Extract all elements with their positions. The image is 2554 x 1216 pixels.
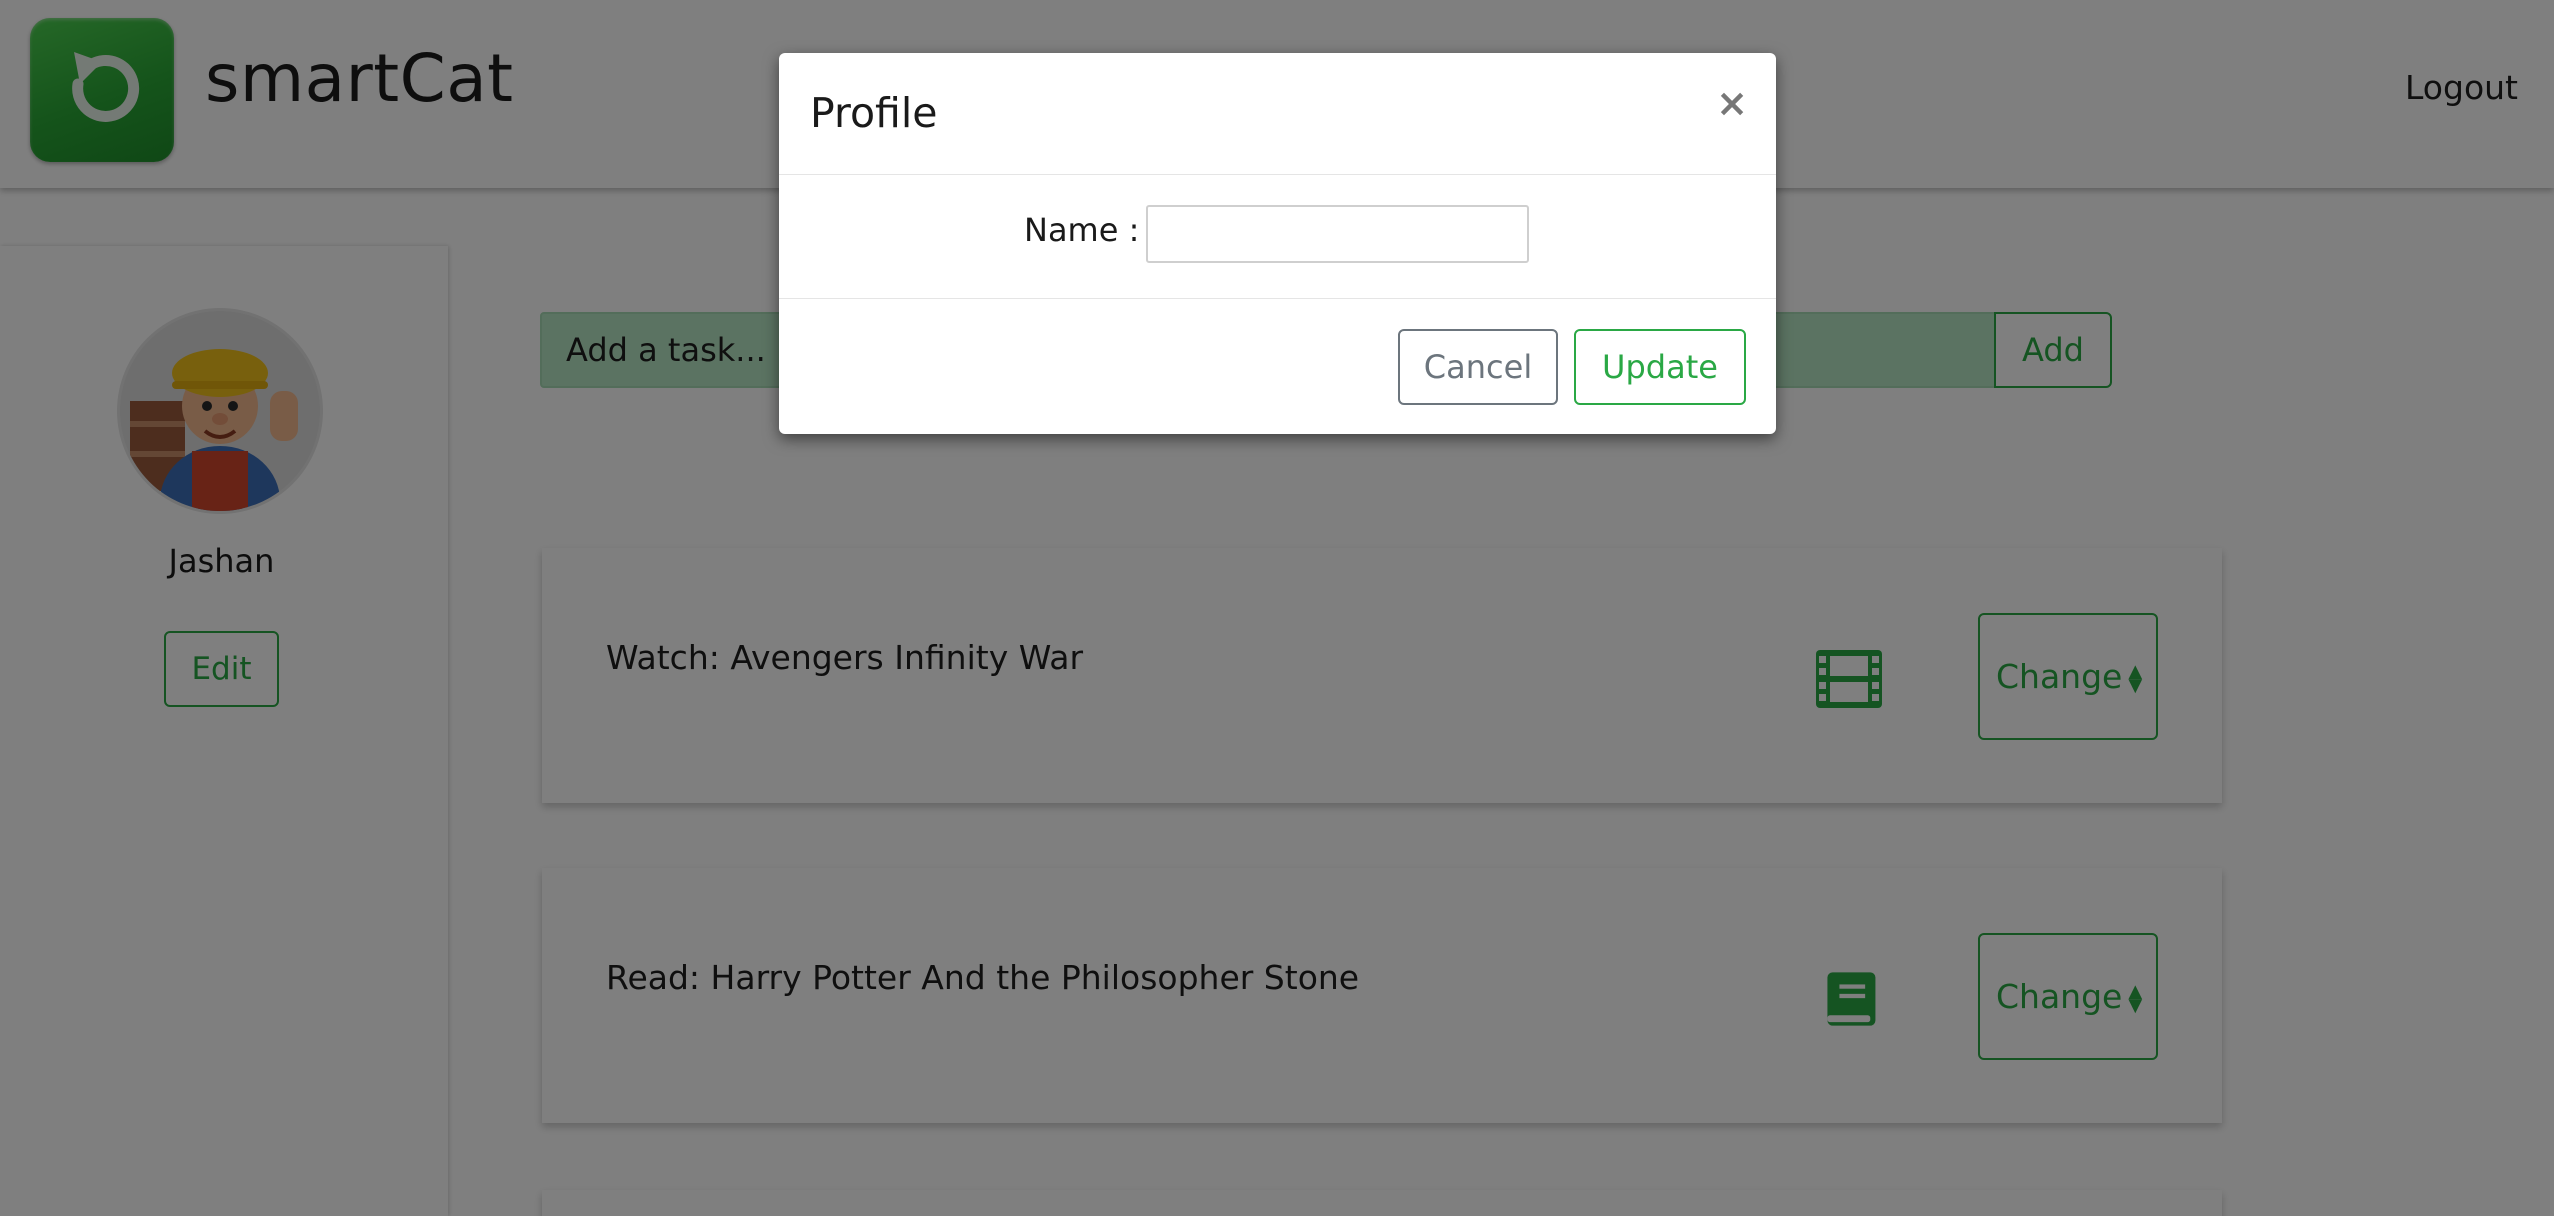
cancel-button[interactable]: Cancel: [1398, 329, 1558, 405]
update-button[interactable]: Update: [1574, 329, 1746, 405]
modal-header: Profile ×: [779, 53, 1776, 175]
modal-body: Name :: [779, 175, 1776, 299]
profile-modal: Profile × Name : Cancel Update: [779, 53, 1776, 434]
name-input[interactable]: [1146, 205, 1529, 263]
close-icon[interactable]: ×: [1716, 81, 1748, 125]
modal-title: Profile: [810, 89, 938, 137]
modal-footer: Cancel Update: [779, 298, 1776, 434]
name-label: Name :: [1024, 211, 1140, 249]
